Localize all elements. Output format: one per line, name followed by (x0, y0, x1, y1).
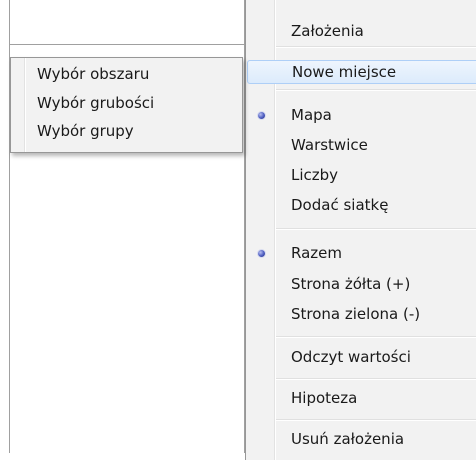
submenu-popup: Wybór obszaru Wybór grubości Wybór grupy (10, 57, 243, 153)
menu-item-usun-zalozenia[interactable]: Usuń założenia (246, 427, 476, 451)
menu-item-label: Warstwice (291, 136, 368, 154)
menu-item-liczby[interactable]: Liczby (246, 163, 476, 187)
menu-item-zalozenia[interactable]: Założenia (246, 19, 476, 43)
menu-item-label: Liczby (291, 166, 339, 184)
menu-separator (276, 419, 476, 421)
menu-item-odczyt-wartosci[interactable]: Odczyt wartości (246, 345, 476, 369)
menu-item-label: Odczyt wartości (291, 348, 411, 366)
menu-item-nowe-miejsce[interactable]: Nowe miejsce (247, 60, 476, 84)
radio-bullet-icon (258, 250, 265, 257)
menu-item-label: Założenia (291, 22, 364, 40)
menu-item-label: Usuń założenia (291, 430, 405, 448)
menu-separator (276, 336, 476, 338)
menu-separator (276, 228, 476, 230)
menu-separator (276, 378, 476, 380)
pane-divider (10, 44, 244, 45)
menu-item-label: Strona zielona (-) (291, 305, 421, 323)
submenu-item-wybor-obszaru[interactable]: Wybór obszaru (11, 62, 242, 87)
menu-item-label: Strona żółta (+) (291, 275, 411, 293)
menu-separator (276, 89, 476, 91)
menu-item-label: Mapa (291, 106, 332, 124)
submenu-item-wybor-grubosci[interactable]: Wybór grubości (11, 91, 242, 116)
menu-item-dodac-siatke[interactable]: Dodać siatkę (246, 193, 476, 217)
submenu-item-label: Wybór grubości (37, 94, 155, 112)
menu-item-strona-zolta[interactable]: Strona żółta (+) (246, 272, 476, 296)
submenu-item-label: Wybór grupy (37, 122, 134, 140)
menu-item-hipoteza[interactable]: Hipoteza (246, 386, 476, 410)
menu-item-mapa[interactable]: Mapa (246, 103, 476, 127)
menu-item-label: Hipoteza (291, 389, 358, 407)
menu-separator (276, 46, 476, 48)
menu-item-warstwice[interactable]: Warstwice (246, 133, 476, 157)
menu-item-label: Nowe miejsce (292, 63, 397, 81)
menu-item-label: Dodać siatkę (291, 196, 389, 214)
menu-item-razem[interactable]: Razem (246, 241, 476, 265)
radio-bullet-icon (258, 112, 265, 119)
menu-item-strona-zielona[interactable]: Strona zielona (-) (246, 302, 476, 326)
context-menu: Założenia Nowe miejsce Mapa Warstwice Li… (245, 0, 476, 460)
submenu-item-wybor-grupy[interactable]: Wybór grupy (11, 119, 242, 144)
menu-item-label: Razem (291, 244, 342, 262)
submenu-item-label: Wybór obszaru (37, 65, 150, 83)
